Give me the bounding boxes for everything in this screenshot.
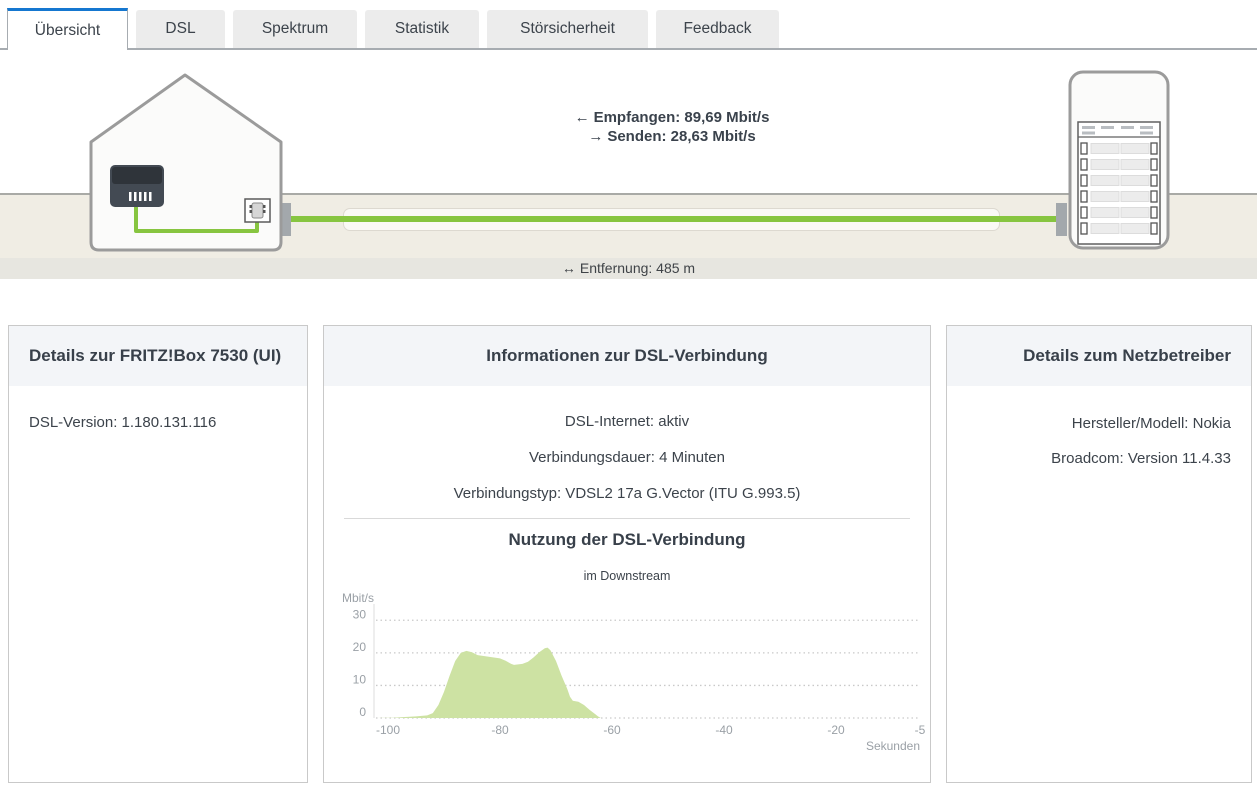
svg-text:30: 30 [353, 607, 367, 621]
distance-bar: ↔Entfernung: 485 m [0, 258, 1257, 279]
connection-duration: Verbindungsdauer: 4 Minuten [324, 440, 930, 476]
house-icon [85, 68, 295, 252]
downstream-usage-chart: 0 10 20 30 Mbit/s -100 -80 -60 -40 -20 -5 Sekunden [324, 592, 930, 762]
svg-text:10: 10 [353, 672, 367, 686]
svg-text:-5: -5 [915, 723, 926, 737]
card-title: Informationen zur DSL-Verbindung [324, 326, 930, 386]
dslam-cabinet-icon [1068, 70, 1170, 250]
tab-spektrum[interactable]: Spektrum [233, 10, 357, 48]
tab-statistik[interactable]: Statistik [365, 10, 479, 48]
connection-type: Verbindungstyp: VDSL2 17a G.Vector (ITU … [324, 476, 930, 512]
connection-illustration: ←Empfangen: 89,69 Mbit/s →Senden: 28,63 … [0, 50, 1257, 279]
svg-text:-60: -60 [603, 723, 621, 737]
tab-feedback[interactable]: Feedback [656, 10, 779, 48]
tab-label: Störsicherheit [520, 20, 615, 38]
tab-label: Statistik [395, 20, 449, 38]
double-arrow-icon: ↔ [562, 260, 576, 276]
card-provider-details: Details zum Netzbetreiber Hersteller/Mod… [946, 325, 1252, 783]
cabinet-wall-connector [1056, 203, 1067, 236]
svg-text:-20: -20 [827, 723, 845, 737]
tab-bar: Übersicht DSL Spektrum Statistik Störsic… [0, 0, 1257, 50]
throughput-readout: ←Empfangen: 89,69 Mbit/s →Senden: 28,63 … [472, 108, 872, 146]
provider-model: Hersteller/Modell: Nokia [967, 406, 1231, 441]
dsl-internet-status: DSL-Internet: aktiv [324, 404, 930, 440]
tab-dsl[interactable]: DSL [136, 10, 225, 48]
svg-text:0: 0 [359, 705, 366, 719]
wall-socket-icon [245, 199, 270, 222]
svg-text:-80: -80 [491, 723, 509, 737]
router-icon [110, 165, 164, 207]
details-cards: Details zur FRITZ!Box 7530 (UI) DSL-Vers… [8, 325, 1252, 783]
card-dsl-connection: Informationen zur DSL-Verbindung DSL-Int… [323, 325, 931, 783]
dsl-version-text: DSL-Version: 1.180.131.116 [29, 414, 287, 431]
tab-label: Spektrum [262, 20, 328, 38]
dsl-cable-line [283, 216, 1058, 222]
chart-title: Nutzung der DSL-Verbindung [324, 527, 930, 553]
card-title: Details zum Netzbetreiber [947, 326, 1251, 386]
left-arrow-icon: ← [575, 109, 590, 126]
right-arrow-icon: → [588, 128, 603, 145]
svg-text:Sekunden: Sekunden [866, 739, 920, 753]
tab-label: Feedback [683, 20, 751, 38]
svg-text:Mbit/s: Mbit/s [342, 592, 374, 605]
card-fritzbox-details: Details zur FRITZ!Box 7530 (UI) DSL-Vers… [8, 325, 308, 783]
provider-chipset-version: Broadcom: Version 11.4.33 [967, 441, 1231, 476]
chart-subtitle: im Downstream [324, 569, 930, 584]
receive-rate: ←Empfangen: 89,69 Mbit/s [472, 108, 872, 127]
svg-text:20: 20 [353, 640, 367, 654]
svg-text:-100: -100 [376, 723, 400, 737]
tab-stoersicherheit[interactable]: Störsicherheit [487, 10, 648, 48]
send-rate-text: Senden: 28,63 Mbit/s [607, 128, 755, 145]
svg-text:-40: -40 [715, 723, 733, 737]
distance-text: Entfernung: 485 m [580, 260, 695, 276]
send-rate: →Senden: 28,63 Mbit/s [472, 127, 872, 146]
tab-label: DSL [165, 20, 195, 38]
receive-rate-text: Empfangen: 89,69 Mbit/s [594, 109, 770, 126]
tab-uebersicht[interactable]: Übersicht [7, 8, 128, 50]
card-title: Details zur FRITZ!Box 7530 (UI) [9, 326, 307, 386]
tab-label: Übersicht [35, 22, 100, 40]
divider [344, 518, 910, 519]
